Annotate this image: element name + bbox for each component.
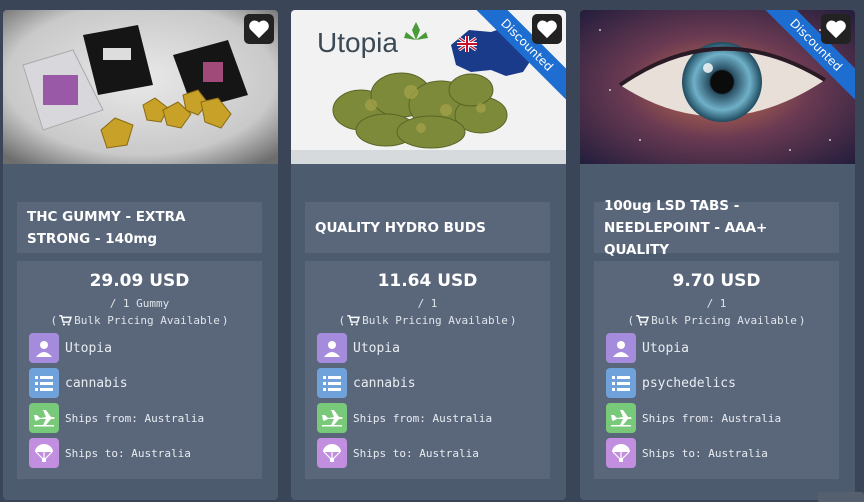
- ships-from: Ships from: Australia: [353, 411, 493, 425]
- gummy-photo: [3, 10, 278, 164]
- ships-from-row: Ships from: Australia: [317, 403, 492, 433]
- product-title[interactable]: QUALITY HYDRO BUDS: [315, 217, 486, 239]
- vendor-row[interactable]: Utopia: [29, 333, 112, 363]
- cart-icon: [59, 315, 73, 326]
- price: 29.09 USD: [89, 271, 190, 291]
- ships-from-row: Ships from: Australia: [29, 403, 204, 433]
- product-info-panel: 11.64 USD / 1 ( Bulk Pricing Available )…: [305, 261, 550, 479]
- category-name[interactable]: cannabis: [65, 376, 128, 391]
- favorite-button[interactable]: [244, 14, 274, 44]
- heart-icon: [249, 20, 269, 39]
- product-title[interactable]: 100ug LSD TABS - NEEDLEPOINT - AAA+ QUAL…: [604, 195, 829, 261]
- favorite-button[interactable]: [821, 14, 851, 44]
- image-brand-label: Utopia: [317, 27, 398, 58]
- product-image[interactable]: [3, 10, 278, 164]
- ships-from: Ships from: Australia: [642, 411, 782, 425]
- ships-from-row: Ships from: Australia: [606, 403, 781, 433]
- ships-to-row: Ships to: Australia: [317, 438, 479, 468]
- bulk-pricing-label: Bulk Pricing Available: [651, 314, 797, 327]
- category-row[interactable]: cannabis: [317, 368, 416, 398]
- ships-to-row: Ships to: Australia: [29, 438, 191, 468]
- price-unit: / 1: [706, 297, 727, 310]
- listing-card[interactable]: Discounted 100ug LSD TABS - NEEDLEPOINT …: [580, 10, 855, 500]
- scroll-indicator[interactable]: [818, 492, 864, 502]
- price: 9.70 USD: [672, 271, 761, 291]
- list-icon: [606, 368, 636, 398]
- cart-icon: [347, 315, 361, 326]
- heart-icon: [826, 20, 846, 39]
- cart-icon: [636, 315, 650, 326]
- product-info-panel: 9.70 USD / 1 ( Bulk Pricing Available ) …: [594, 261, 839, 479]
- ships-to-row: Ships to: Australia: [606, 438, 768, 468]
- ships-from: Ships from: Australia: [65, 411, 205, 425]
- ships-to: Ships to: Australia: [642, 446, 768, 460]
- category-row[interactable]: cannabis: [29, 368, 128, 398]
- list-icon: [29, 368, 59, 398]
- price-unit: / 1 Gummy: [109, 297, 170, 310]
- price: 11.64 USD: [377, 271, 478, 291]
- bulk-pricing[interactable]: ( Bulk Pricing Available ): [305, 314, 550, 327]
- bulk-pricing-label: Bulk Pricing Available: [362, 314, 508, 327]
- vendor-name[interactable]: Utopia: [65, 341, 112, 356]
- bulk-pricing[interactable]: ( Bulk Pricing Available ): [594, 314, 839, 327]
- listing-card[interactable]: THC GUMMY - EXTRA STRONG - 140mg 29.09 U…: [3, 10, 278, 500]
- plane-icon: [29, 403, 59, 433]
- ships-to: Ships to: Australia: [353, 446, 479, 460]
- favorite-button[interactable]: [532, 14, 562, 44]
- category-name[interactable]: psychedelics: [642, 376, 736, 391]
- product-title-box[interactable]: 100ug LSD TABS - NEEDLEPOINT - AAA+ QUAL…: [594, 198, 839, 258]
- bulk-pricing[interactable]: ( Bulk Pricing Available ): [17, 314, 262, 327]
- category-name[interactable]: cannabis: [353, 376, 416, 391]
- product-image[interactable]: Utopia Discounted: [291, 10, 566, 164]
- vendor-name[interactable]: Utopia: [642, 341, 689, 356]
- user-icon: [29, 333, 59, 363]
- parachute-icon: [606, 438, 636, 468]
- plane-icon: [317, 403, 347, 433]
- parachute-icon: [317, 438, 347, 468]
- product-info-panel: 29.09 USD / 1 Gummy ( Bulk Pricing Avail…: [17, 261, 262, 479]
- user-icon: [606, 333, 636, 363]
- product-title[interactable]: THC GUMMY - EXTRA STRONG - 140mg: [27, 206, 252, 250]
- product-title-box[interactable]: THC GUMMY - EXTRA STRONG - 140mg: [17, 202, 262, 253]
- listing-card[interactable]: Utopia Discounted QUALITY HYDRO BUDS 11.…: [291, 10, 566, 500]
- ships-to: Ships to: Australia: [65, 446, 191, 460]
- bulk-pricing-label: Bulk Pricing Available: [74, 314, 220, 327]
- list-icon: [317, 368, 347, 398]
- vendor-row[interactable]: Utopia: [606, 333, 689, 363]
- product-image[interactable]: Discounted: [580, 10, 855, 164]
- product-title-box[interactable]: QUALITY HYDRO BUDS: [305, 202, 550, 253]
- parachute-icon: [29, 438, 59, 468]
- price-unit: / 1: [417, 297, 438, 310]
- category-row[interactable]: psychedelics: [606, 368, 736, 398]
- vendor-name[interactable]: Utopia: [353, 341, 400, 356]
- plane-icon: [606, 403, 636, 433]
- user-icon: [317, 333, 347, 363]
- heart-icon: [537, 20, 557, 39]
- vendor-row[interactable]: Utopia: [317, 333, 400, 363]
